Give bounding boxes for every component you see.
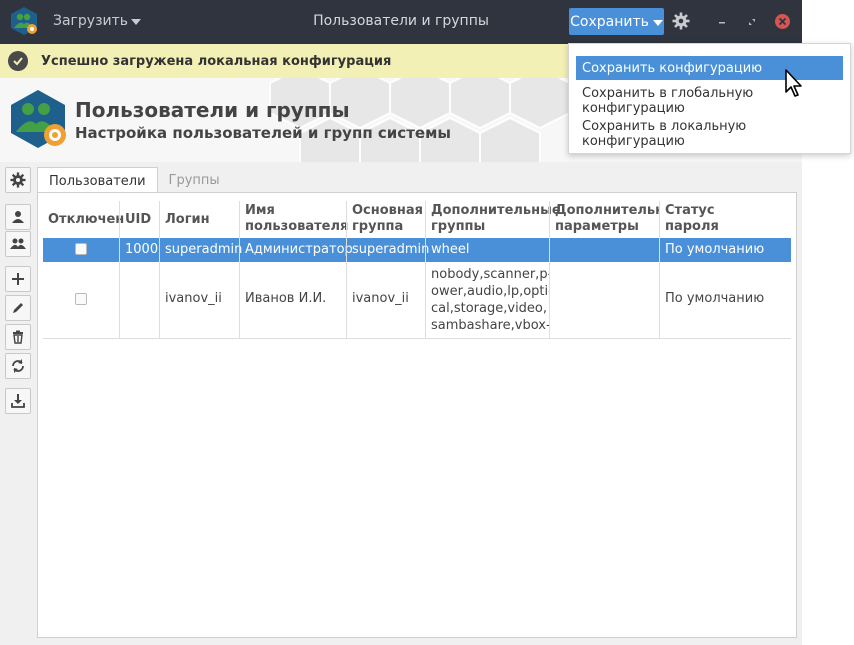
name-cell: Администратор: [245, 242, 353, 257]
maximize-button[interactable]: [743, 13, 761, 31]
column-header-disabled[interactable]: Отключен: [43, 210, 124, 230]
column-header-extra-params[interactable]: Дополнительныпараметры: [550, 201, 659, 237]
delete-icon: [13, 330, 23, 344]
table-row[interactable]: 1000 superadmin Администратор superadmin…: [43, 238, 791, 262]
refresh-icon: [12, 359, 24, 373]
caret-down-icon: [652, 19, 663, 26]
tab-bar: Пользователи Группы: [37, 167, 231, 194]
caret-down-icon: [131, 19, 142, 25]
page-subtitle: Настройка пользователей и групп системы: [75, 124, 451, 142]
minimize-button[interactable]: [713, 13, 731, 31]
save-button-label: Сохранить: [570, 13, 649, 30]
primary-group-cell: superadmin: [352, 242, 430, 257]
minimize-icon: [719, 22, 725, 24]
extra-groups-cell: wheel: [431, 242, 470, 257]
tab-groups[interactable]: Группы: [158, 167, 231, 193]
login-cell: superadmin: [165, 242, 243, 257]
load-menu-label: Загрузить: [53, 13, 129, 29]
column-header-uid[interactable]: UID: [120, 210, 159, 230]
load-menu-button[interactable]: Загрузить: [53, 13, 142, 29]
save-button[interactable]: Сохранить: [569, 8, 664, 35]
column-divider: [346, 201, 347, 338]
groups-view-button[interactable]: [5, 231, 31, 257]
table-row[interactable]: ivanov_ii Иванов И.И. ivanov_ii nobody,s…: [43, 262, 791, 339]
close-button[interactable]: [775, 14, 790, 29]
download-button[interactable]: [5, 388, 31, 414]
login-cell: ivanov_ii: [165, 291, 222, 306]
group-icon: [10, 238, 26, 249]
tab-users[interactable]: Пользователи: [37, 167, 158, 194]
title-bar: Загрузить Пользователи и группы Сохранит…: [0, 0, 802, 44]
disabled-checkbox[interactable]: [75, 243, 87, 255]
column-divider: [425, 201, 426, 338]
settings-gear-icon[interactable]: [672, 12, 690, 30]
menu-item-save-local[interactable]: Сохранить в локальную конфигурацию: [576, 119, 843, 149]
users-view-button[interactable]: [5, 204, 31, 230]
column-divider: [119, 201, 120, 338]
column-header-username[interactable]: Имя пользователя: [240, 201, 348, 237]
disabled-checkbox-cell[interactable]: [43, 293, 119, 305]
column-header-login[interactable]: Логин: [160, 210, 239, 230]
name-cell: Иванов И.И.: [245, 291, 327, 306]
column-divider: [159, 201, 160, 338]
column-divider: [549, 201, 550, 338]
disabled-checkbox-cell[interactable]: [43, 243, 119, 255]
disabled-checkbox[interactable]: [75, 293, 87, 305]
column-header-extra-groups[interactable]: Дополнительные группы: [426, 201, 561, 237]
add-button[interactable]: [5, 266, 31, 292]
save-dropdown-menu: Сохранить конфигурацию Сохранить в глоба…: [568, 43, 851, 154]
password-status-cell: По умолчанию: [665, 291, 765, 306]
password-status-cell: По умолчанию: [665, 242, 765, 257]
edit-icon: [13, 303, 23, 313]
refresh-button[interactable]: [5, 353, 31, 379]
settings-icon: [10, 172, 26, 188]
column-header-primary-group[interactable]: Основная группа: [347, 201, 425, 237]
user-icon: [12, 211, 24, 223]
delete-button[interactable]: [5, 324, 31, 350]
check-circle-icon: [8, 51, 28, 71]
users-groups-logo-icon: [11, 90, 66, 148]
primary-group-cell: ivanov_ii: [352, 291, 409, 306]
extra-groups-cell: nobody,scanner,p- ower,audio,lp,opti- ca…: [431, 267, 549, 333]
content-area: Пользователи Группы Отключен UID Логин И…: [37, 167, 797, 639]
add-icon: [12, 273, 24, 285]
download-icon: [11, 394, 25, 408]
settings-button[interactable]: [5, 167, 31, 193]
edit-button[interactable]: [5, 295, 31, 321]
column-header-password-status[interactable]: Статус пароля: [660, 201, 791, 237]
mouse-cursor-icon: [785, 69, 802, 97]
column-divider: [239, 201, 240, 338]
page-title: Пользователи и группы: [75, 98, 350, 122]
notification-text: Успешно загружена локальная конфигурация: [41, 53, 392, 69]
users-panel: Отключен UID Логин Имя пользователя Основ…: [37, 192, 797, 638]
column-divider: [659, 201, 660, 338]
uid-cell: 1000: [125, 242, 159, 257]
close-icon: [778, 17, 787, 26]
maximize-icon: [749, 19, 755, 25]
app-logo-icon: [11, 7, 37, 35]
